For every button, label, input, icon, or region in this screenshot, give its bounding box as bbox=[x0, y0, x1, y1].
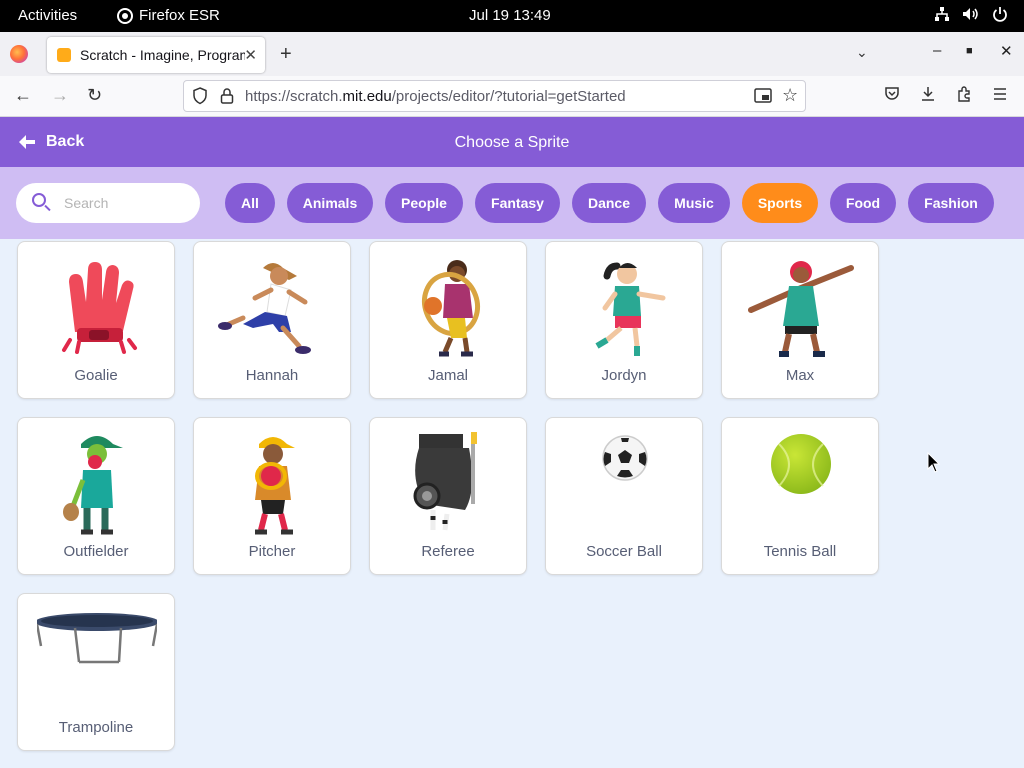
category-chip-sports[interactable]: Sports bbox=[742, 183, 818, 223]
sprite-card-jordyn[interactable]: Jordyn bbox=[545, 241, 703, 399]
category-chip-fantasy[interactable]: Fantasy bbox=[475, 183, 560, 223]
category-chip-music[interactable]: Music bbox=[658, 183, 730, 223]
url-text[interactable]: https://scratch.mit.edu/projects/editor/… bbox=[245, 88, 626, 105]
volume-icon bbox=[963, 8, 978, 20]
goalie-glove-image bbox=[62, 262, 137, 354]
pitcher-image bbox=[255, 437, 295, 535]
sprite-name: Goalie bbox=[74, 367, 118, 384]
category-chip-dance[interactable]: Dance bbox=[572, 183, 646, 223]
sprite-name: Soccer Ball bbox=[586, 543, 662, 560]
hamburger-menu-icon[interactable] bbox=[992, 86, 1008, 102]
picture-in-picture-icon[interactable] bbox=[754, 88, 772, 104]
tab-title: Scratch - Imagine, Program, Create bbox=[80, 47, 245, 63]
sprite-name: Max bbox=[785, 367, 815, 384]
power-icon bbox=[993, 7, 1007, 22]
lock-icon[interactable] bbox=[220, 87, 234, 105]
url-bar[interactable]: https://scratch.mit.edu/projects/editor/… bbox=[183, 80, 806, 112]
sprite-card-soccer-ball[interactable]: Soccer Ball bbox=[545, 417, 703, 575]
scratch-favicon-icon bbox=[57, 48, 71, 62]
category-chip-food[interactable]: Food bbox=[830, 183, 896, 223]
browser-tab-scratch[interactable]: Scratch - Imagine, Program, Create ✕ bbox=[47, 37, 265, 73]
maximize-window-button[interactable]: ■ bbox=[966, 45, 973, 57]
search-input[interactable] bbox=[64, 193, 189, 213]
minimize-window-button[interactable]: – bbox=[933, 42, 941, 59]
system-top-bar: Activities Firefox ESR Jul 19 13:49 bbox=[0, 0, 1024, 32]
sprite-card-max[interactable]: Max bbox=[721, 241, 879, 399]
browser-tab-strip: Scratch - Imagine, Program, Create ✕ + ⌄… bbox=[0, 32, 1024, 76]
sprite-card-outfielder[interactable]: Outfielder bbox=[17, 417, 175, 575]
search-icon bbox=[32, 193, 46, 207]
sprite-card-trampoline[interactable]: Trampoline bbox=[17, 593, 175, 751]
outfielder-image bbox=[63, 436, 123, 535]
downloads-icon[interactable] bbox=[920, 86, 936, 102]
sprite-card-goalie[interactable]: Goalie bbox=[17, 241, 175, 399]
category-chip-fashion[interactable]: Fashion bbox=[908, 183, 994, 223]
bookmark-star-icon[interactable]: ☆ bbox=[782, 85, 798, 106]
jamal-hula-hoop-image bbox=[422, 260, 480, 357]
mouse-pointer-icon bbox=[927, 452, 941, 473]
sprite-card-pitcher[interactable]: Pitcher bbox=[193, 417, 351, 575]
system-tray[interactable] bbox=[934, 6, 1008, 22]
jordyn-soccer-player-image bbox=[595, 262, 666, 356]
network-icon bbox=[935, 7, 949, 21]
referee-whistle-image bbox=[413, 432, 477, 531]
firefox-view-icon[interactable] bbox=[10, 45, 28, 63]
browser-navigation-bar: ← → ↻ https://scratch.mit.edu/projects/e… bbox=[0, 76, 1024, 117]
pocket-icon[interactable] bbox=[884, 86, 900, 102]
sprite-library-header: Back Choose a Sprite bbox=[0, 117, 1024, 167]
reload-icon[interactable]: ↻ bbox=[87, 85, 102, 105]
sprite-name: Trampoline bbox=[58, 719, 134, 736]
library-title: Choose a Sprite bbox=[454, 134, 570, 151]
firefox-app-icon bbox=[117, 7, 133, 24]
category-chip-all[interactable]: All bbox=[225, 183, 275, 223]
sprite-name: Referee bbox=[421, 543, 475, 560]
filter-bar: All Animals People Fantasy Dance Music S… bbox=[0, 167, 1024, 239]
close-tab-icon[interactable]: ✕ bbox=[244, 46, 257, 64]
sprite-name: Jordyn bbox=[601, 367, 647, 384]
url-path: /projects/editor/?tutorial=getStarted bbox=[391, 88, 626, 105]
activities-button[interactable]: Activities bbox=[18, 7, 77, 24]
sprite-name: Tennis Ball bbox=[763, 543, 837, 560]
tennis-ball-image bbox=[771, 434, 831, 494]
sprite-card-referee[interactable]: Referee bbox=[369, 417, 527, 575]
app-menu[interactable]: Firefox ESR bbox=[117, 7, 220, 24]
sprite-card-jamal[interactable]: Jamal bbox=[369, 241, 527, 399]
url-scheme: https://scratch. bbox=[245, 88, 343, 105]
category-chip-animals[interactable]: Animals bbox=[287, 183, 373, 223]
new-tab-button[interactable]: + bbox=[280, 44, 292, 64]
sprite-card-hannah[interactable]: Hannah bbox=[193, 241, 351, 399]
max-athlete-image bbox=[748, 261, 854, 357]
forward-arrow-icon[interactable]: → bbox=[51, 85, 69, 105]
close-window-button[interactable]: ✕ bbox=[1000, 42, 1013, 60]
clock[interactable]: Jul 19 13:49 bbox=[469, 7, 551, 24]
sprite-name: Hannah bbox=[245, 367, 299, 384]
sprite-name: Jamal bbox=[427, 367, 468, 384]
back-arrow-icon[interactable]: ← bbox=[14, 85, 32, 105]
sprite-name: Pitcher bbox=[248, 543, 296, 560]
list-all-tabs-icon[interactable]: ⌄ bbox=[856, 44, 868, 61]
trampoline-image bbox=[37, 613, 157, 664]
extensions-icon[interactable] bbox=[956, 86, 972, 102]
sprite-card-tennis-ball[interactable]: Tennis Ball bbox=[721, 417, 879, 575]
category-chip-people[interactable]: People bbox=[385, 183, 463, 223]
sprite-name: Outfielder bbox=[63, 543, 129, 560]
search-box[interactable] bbox=[16, 183, 200, 223]
hannah-runner-image bbox=[218, 263, 311, 354]
soccer-ball-image bbox=[602, 435, 648, 481]
app-name: Firefox ESR bbox=[139, 7, 220, 24]
url-domain: mit.edu bbox=[342, 88, 392, 105]
tracking-protection-shield-icon[interactable] bbox=[192, 87, 208, 105]
